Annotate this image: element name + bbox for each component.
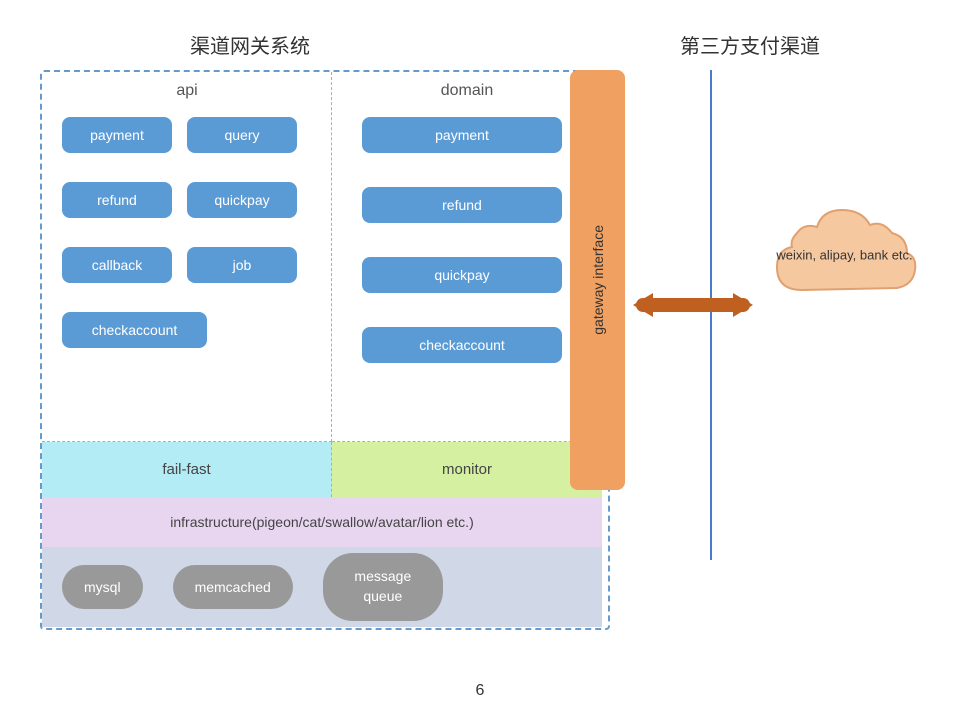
message-queue-item: messagequeue [323,553,443,620]
api-callback-button: callback [62,247,172,283]
domain-section: domain payment refund quickpay checkacco… [332,72,602,442]
api-query-button: query [187,117,297,153]
title-left: 渠道网关系统 [190,30,310,59]
api-job-button: job [187,247,297,283]
failfast-label: fail-fast [162,461,210,478]
cloud-text: weixin, alipay, bank etc. [776,245,912,265]
mysql-item: mysql [62,565,143,609]
bidirectional-arrow [628,285,758,325]
storage-section: mysql memcached messagequeue [42,547,602,627]
api-label: api [42,82,332,100]
domain-label: domain [332,82,602,100]
page-number: 6 [476,682,485,700]
memcached-item: memcached [173,565,293,609]
failfast-section: fail-fast [42,442,332,497]
domain-checkaccount-button: checkaccount [362,327,562,363]
main-architecture-box: api payment query refund quickpay callba… [40,70,610,630]
title-right: 第三方支付渠道 [680,30,820,59]
api-payment-button: payment [62,117,172,153]
api-checkaccount-button: checkaccount [62,312,207,348]
gateway-label: gateway interface [590,225,606,335]
domain-quickpay-button: quickpay [362,257,562,293]
api-refund-button: refund [62,182,172,218]
domain-refund-button: refund [362,187,562,223]
infra-section: infrastructure(pigeon/cat/swallow/avatar… [42,497,602,547]
infra-label: infrastructure(pigeon/cat/swallow/avatar… [170,514,473,530]
api-section: api payment query refund quickpay callba… [42,72,332,442]
gateway-bar: gateway interface [570,70,625,490]
api-quickpay-button: quickpay [187,182,297,218]
domain-payment-button: payment [362,117,562,153]
monitor-label: monitor [442,461,492,478]
monitor-section: monitor [332,442,602,497]
cloud-shape: weixin, alipay, bank etc. [762,195,927,315]
page-container: 渠道网关系统 第三方支付渠道 api payment query refund … [0,0,960,720]
